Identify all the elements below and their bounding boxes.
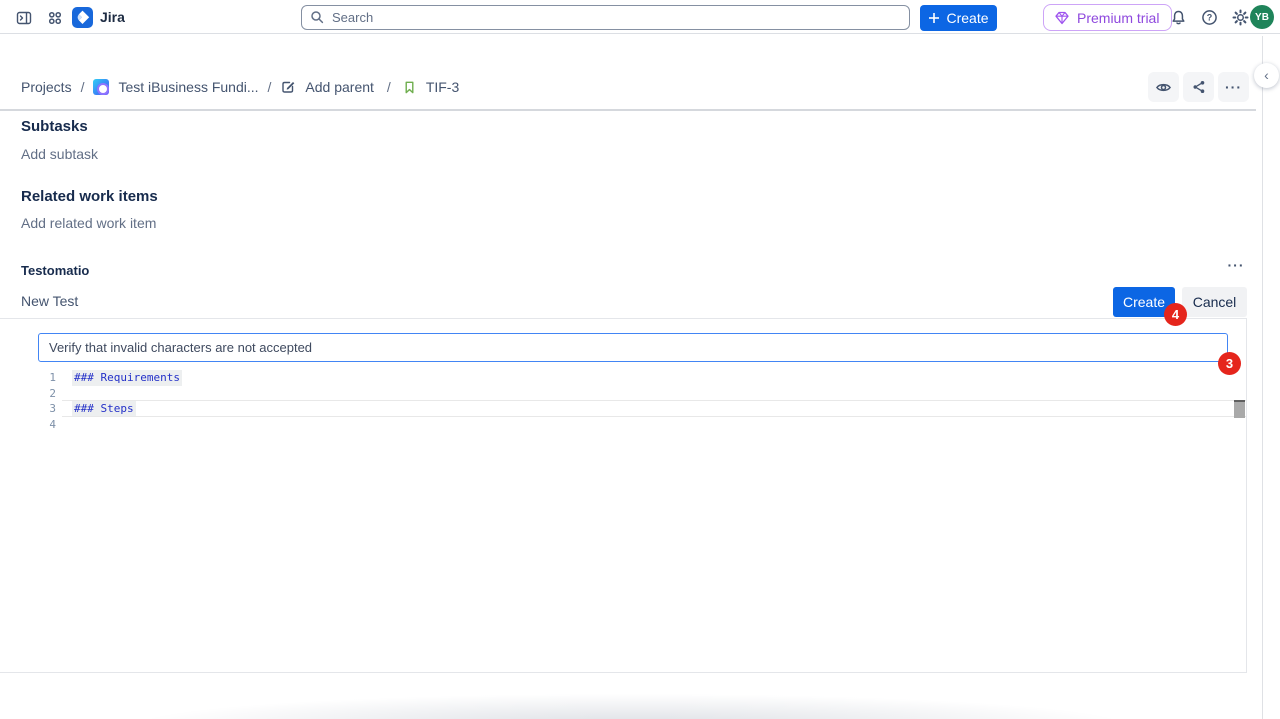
line-number: 1: [0, 370, 56, 386]
project-avatar-icon: [93, 79, 109, 95]
notifications-button[interactable]: [1170, 9, 1187, 26]
global-create-button[interactable]: Create: [920, 5, 997, 31]
add-related-work-item-button[interactable]: Add related work item: [21, 215, 156, 231]
create-button-label: Create: [946, 10, 988, 26]
avatar-initials: YB: [1255, 12, 1269, 23]
line-number: 3: [0, 401, 56, 417]
settings-button[interactable]: [1232, 9, 1249, 26]
eye-icon: [1155, 79, 1172, 96]
related-work-items-heading: Related work items: [21, 188, 158, 205]
breadcrumb-projects-link[interactable]: Projects: [21, 79, 72, 95]
breadcrumb-actions: ···: [1148, 72, 1249, 102]
annotation-badge-3: 3: [1218, 352, 1241, 375]
help-button[interactable]: ?: [1201, 9, 1218, 26]
bottom-shadow: [0, 693, 1262, 719]
chevron-left-icon: ‹: [1264, 67, 1269, 83]
app-grid-icon: [47, 10, 63, 26]
gem-icon: [1054, 10, 1070, 26]
editor-scrollbar-thumb[interactable]: [1234, 400, 1245, 418]
more-actions-button[interactable]: ···: [1218, 72, 1249, 102]
breadcrumb-row: Projects / Test iBusiness Fundi... / Add…: [0, 35, 1280, 76]
test-cancel-button[interactable]: Cancel: [1182, 287, 1247, 317]
editor-line[interactable]: 4: [0, 417, 1246, 433]
sidebar-expand-icon: [16, 10, 32, 26]
breadcrumb: Projects / Test iBusiness Fundi... / Add…: [21, 79, 459, 95]
bell-icon: [1170, 9, 1187, 26]
jira-window: Jira Create Premium trial: [0, 0, 1280, 719]
breadcrumb-separator: /: [81, 79, 85, 95]
watch-button[interactable]: [1148, 72, 1179, 102]
line-text: ### Steps: [72, 401, 136, 417]
testomatio-more-button[interactable]: ···: [1222, 255, 1250, 275]
app-switcher-button[interactable]: [46, 9, 63, 26]
share-button[interactable]: [1183, 72, 1214, 102]
ellipsis-icon: ···: [1228, 257, 1245, 273]
new-test-label: New Test: [21, 293, 78, 309]
breadcrumb-issue-key-link[interactable]: TIF-3: [426, 79, 459, 95]
collapse-panel-button[interactable]: ‹: [1254, 63, 1279, 88]
search-container: [301, 5, 910, 30]
right-panel-divider: [1262, 36, 1263, 719]
breadcrumb-separator: /: [268, 79, 272, 95]
user-avatar[interactable]: YB: [1250, 5, 1274, 29]
editor-line[interactable]: 1 ### Requirements: [0, 370, 1246, 386]
svg-text:?: ?: [1207, 13, 1213, 23]
share-icon: [1191, 79, 1207, 95]
jira-logo[interactable]: [72, 7, 93, 28]
edit-icon: [280, 79, 296, 95]
app-name: Jira: [100, 9, 125, 25]
breadcrumb-project-link[interactable]: Test iBusiness Fundi...: [118, 79, 258, 95]
search-icon: [309, 9, 325, 25]
test-body-code-editor[interactable]: 1 ### Requirements 2 3 ### Steps 4: [0, 370, 1246, 432]
subtasks-heading: Subtasks: [21, 118, 88, 135]
search-input[interactable]: [301, 5, 910, 30]
testomatio-section-title: Testomatio: [21, 263, 89, 278]
new-test-form-panel: 1 ### Requirements 2 3 ### Steps 4: [0, 318, 1247, 673]
editor-line[interactable]: 2: [0, 386, 1246, 402]
sidebar-toggle-button[interactable]: [15, 9, 32, 26]
test-title-input[interactable]: [38, 333, 1228, 362]
add-subtask-button[interactable]: Add subtask: [21, 146, 98, 162]
gear-icon: [1232, 9, 1249, 26]
breadcrumb-separator: /: [387, 79, 391, 95]
test-work-item-type-icon: [402, 80, 417, 95]
breadcrumb-add-parent-link[interactable]: Add parent: [305, 79, 374, 95]
premium-trial-label: Premium trial: [1077, 10, 1159, 26]
line-number: 4: [0, 417, 56, 433]
question-circle-icon: ?: [1201, 9, 1218, 26]
line-number: 2: [0, 386, 56, 402]
ellipsis-icon: ···: [1225, 79, 1242, 95]
line-text: ### Requirements: [72, 370, 182, 386]
editor-line-active[interactable]: 3 ### Steps: [0, 401, 1246, 417]
top-navigation-bar: Jira Create Premium trial: [0, 0, 1280, 34]
annotation-badge-4: 4: [1164, 303, 1187, 326]
premium-trial-button[interactable]: Premium trial: [1043, 4, 1172, 31]
plus-icon: [928, 12, 940, 24]
breadcrumb-divider: [0, 109, 1256, 111]
